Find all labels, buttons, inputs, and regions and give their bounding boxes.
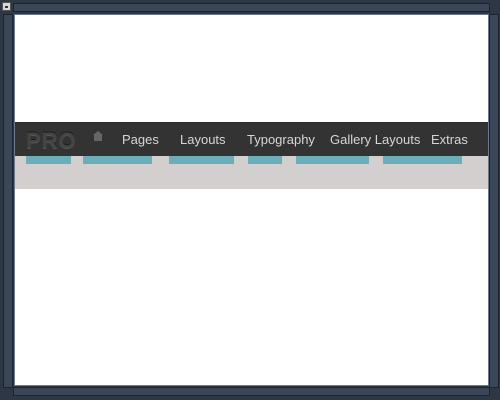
site-logo[interactable]: PRO [26,128,77,154]
main-navbar: PRO Pages Layouts Typography Gallery Lay… [15,122,488,157]
left-border [3,14,13,388]
right-border [489,14,499,388]
title-bar[interactable] [13,3,490,12]
accent-tab-gallery [296,156,369,164]
window-frame: PRO Pages Layouts Typography Gallery Lay… [0,0,500,400]
nav-item-pages[interactable]: Pages [122,132,159,147]
content-viewport: PRO Pages Layouts Typography Gallery Lay… [14,14,489,386]
home-icon[interactable] [93,131,103,141]
window-menu-icon[interactable] [2,2,11,11]
bottom-border [13,387,490,396]
nav-item-gallery-layouts[interactable]: Gallery Layouts [330,132,420,147]
submenu-bar [15,156,488,189]
accent-tab-pro [26,156,71,164]
accent-tab-extras [383,156,462,164]
accent-tab-layouts [169,156,234,164]
nav-item-extras[interactable]: Extras [431,132,468,147]
accent-tab-pages [83,156,152,164]
nav-item-layouts[interactable]: Layouts [180,132,226,147]
nav-item-typography[interactable]: Typography [247,132,315,147]
accent-tab-typography [248,156,282,164]
